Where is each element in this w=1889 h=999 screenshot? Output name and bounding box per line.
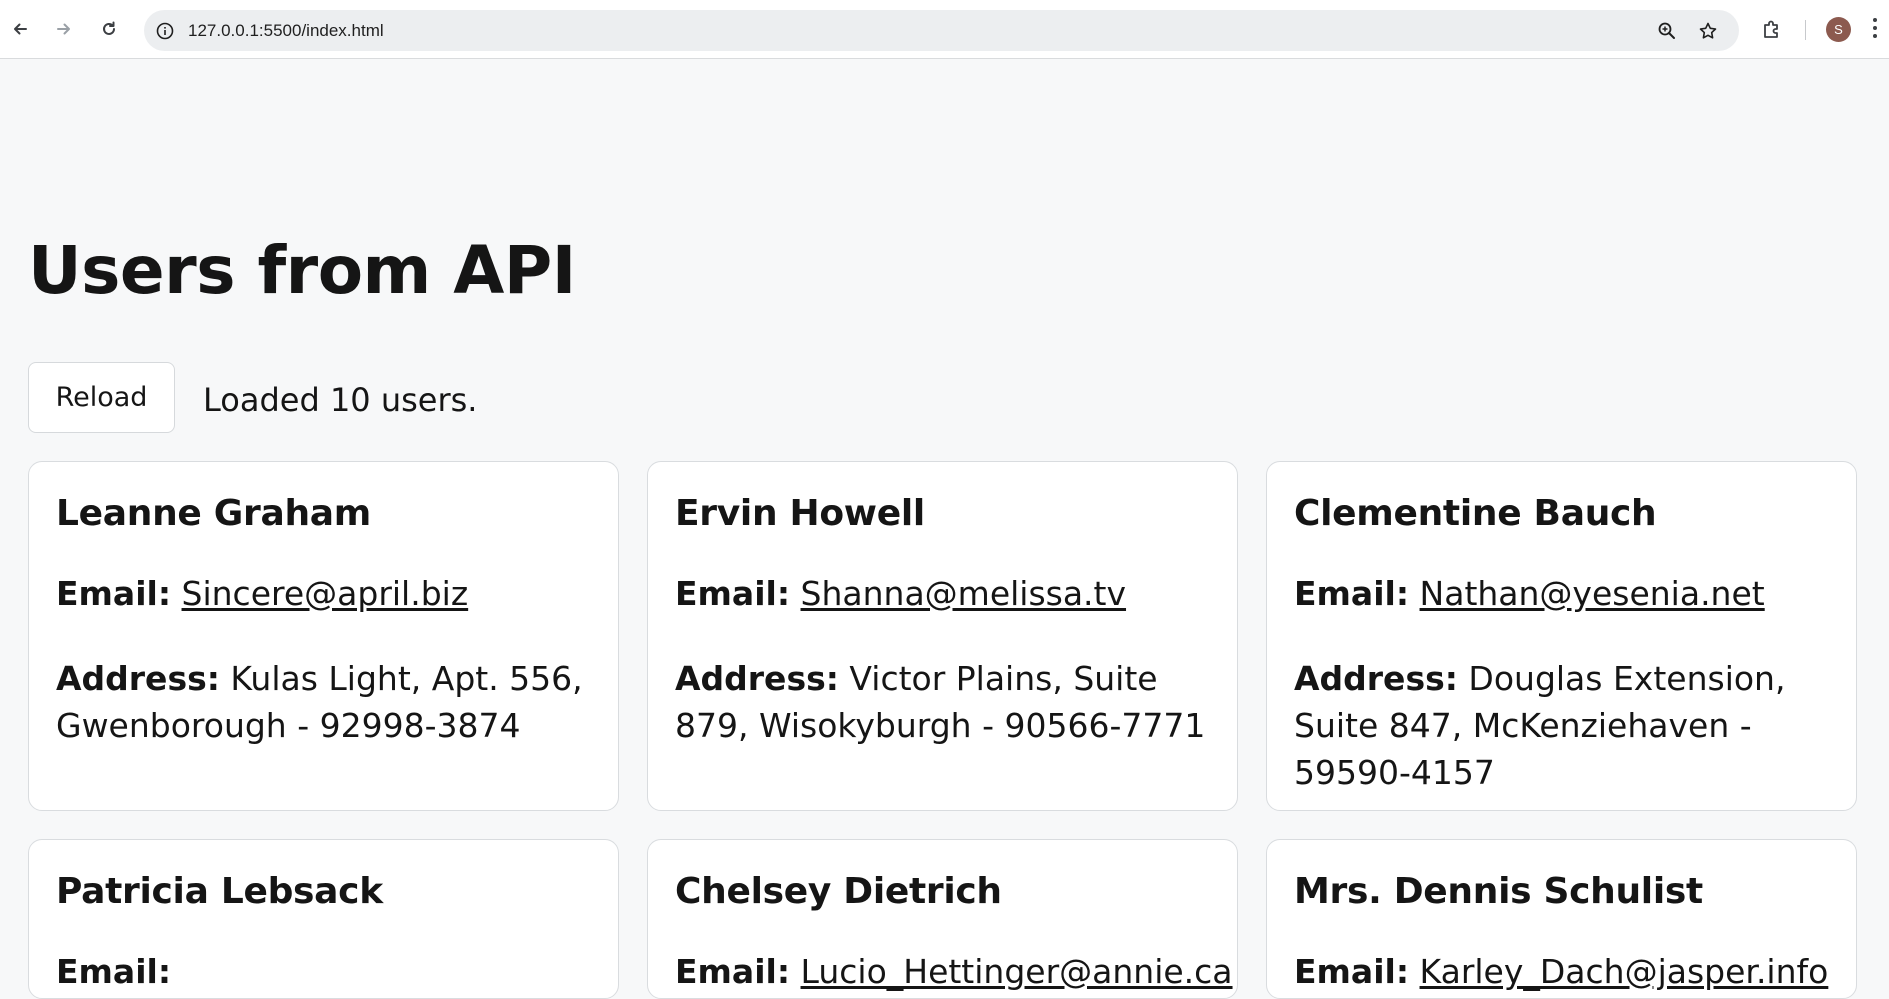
user-email-row: Email: Lucio_Hettinger@annie.ca [675, 952, 1233, 992]
user-card: Patricia Lebsack Email: [28, 839, 619, 999]
email-label: Email: [675, 952, 791, 991]
zoom-icon[interactable] [1654, 18, 1680, 44]
status-text: Loaded 10 users. [203, 381, 478, 419]
user-name: Chelsey Dietrich [675, 871, 1002, 912]
user-address-row: Address: Victor Plains, Suite 879, Wisok… [675, 655, 1215, 749]
more-menu-icon[interactable] [1870, 18, 1880, 42]
user-email-row: Email: [56, 952, 171, 992]
email-label: Email: [1294, 574, 1410, 613]
browser-toolbar: 127.0.0.1:5500/index.html S [0, 0, 1889, 59]
email-label: Email: [675, 574, 791, 613]
email-label: Email: [56, 952, 172, 991]
email-link[interactable]: Karley_Dach@jasper.info [1420, 952, 1829, 991]
url-text[interactable]: 127.0.0.1:5500/index.html [188, 10, 384, 51]
back-arrow-icon[interactable] [6, 15, 34, 43]
forward-arrow-icon[interactable] [50, 15, 78, 43]
user-email-row: Email: Sincere@april.biz [56, 574, 468, 614]
extensions-puzzle-icon[interactable] [1758, 16, 1786, 44]
user-email-row: Email: Shanna@melissa.tv [675, 574, 1126, 614]
user-email-row: Email: Karley_Dach@jasper.info [1294, 952, 1828, 992]
email-label: Email: [1294, 952, 1410, 991]
user-name: Clementine Bauch [1294, 493, 1657, 534]
address-bar[interactable]: 127.0.0.1:5500/index.html [144, 10, 1739, 51]
user-name: Leanne Graham [56, 493, 371, 534]
profile-avatar[interactable]: S [1826, 17, 1851, 42]
address-label: Address: [675, 659, 839, 698]
user-email-row: Email: Nathan@yesenia.net [1294, 574, 1765, 614]
email-label: Email: [56, 574, 172, 613]
page-title: Users from API [28, 232, 576, 309]
user-address-row: Address: Kulas Light, Apt. 556, Gwenboro… [56, 655, 596, 749]
email-link[interactable]: Shanna@melissa.tv [801, 574, 1127, 613]
user-card: Chelsey Dietrich Email: Lucio_Hettinger@… [647, 839, 1238, 999]
reload-button[interactable]: Reload [28, 362, 175, 433]
user-card: Clementine Bauch Email: Nathan@yesenia.n… [1266, 461, 1857, 811]
reload-page-icon[interactable] [95, 15, 123, 43]
bookmark-star-icon[interactable] [1695, 18, 1721, 44]
user-card: Mrs. Dennis Schulist Email: Karley_Dach@… [1266, 839, 1857, 999]
user-name: Ervin Howell [675, 493, 925, 534]
user-address-row: Address: Douglas Extension, Suite 847, M… [1294, 655, 1834, 796]
email-link[interactable]: Nathan@yesenia.net [1420, 574, 1765, 613]
user-card: Ervin Howell Email: Shanna@melissa.tv Ad… [647, 461, 1238, 811]
toolbar-divider [1805, 20, 1806, 40]
info-icon[interactable] [152, 18, 178, 44]
email-link[interactable]: Lucio_Hettinger@annie.ca [801, 952, 1233, 991]
user-name: Patricia Lebsack [56, 871, 383, 912]
email-link[interactable]: Sincere@april.biz [182, 574, 469, 613]
user-card: Leanne Graham Email: Sincere@april.biz A… [28, 461, 619, 811]
user-name: Mrs. Dennis Schulist [1294, 871, 1703, 912]
address-label: Address: [56, 659, 220, 698]
address-label: Address: [1294, 659, 1458, 698]
